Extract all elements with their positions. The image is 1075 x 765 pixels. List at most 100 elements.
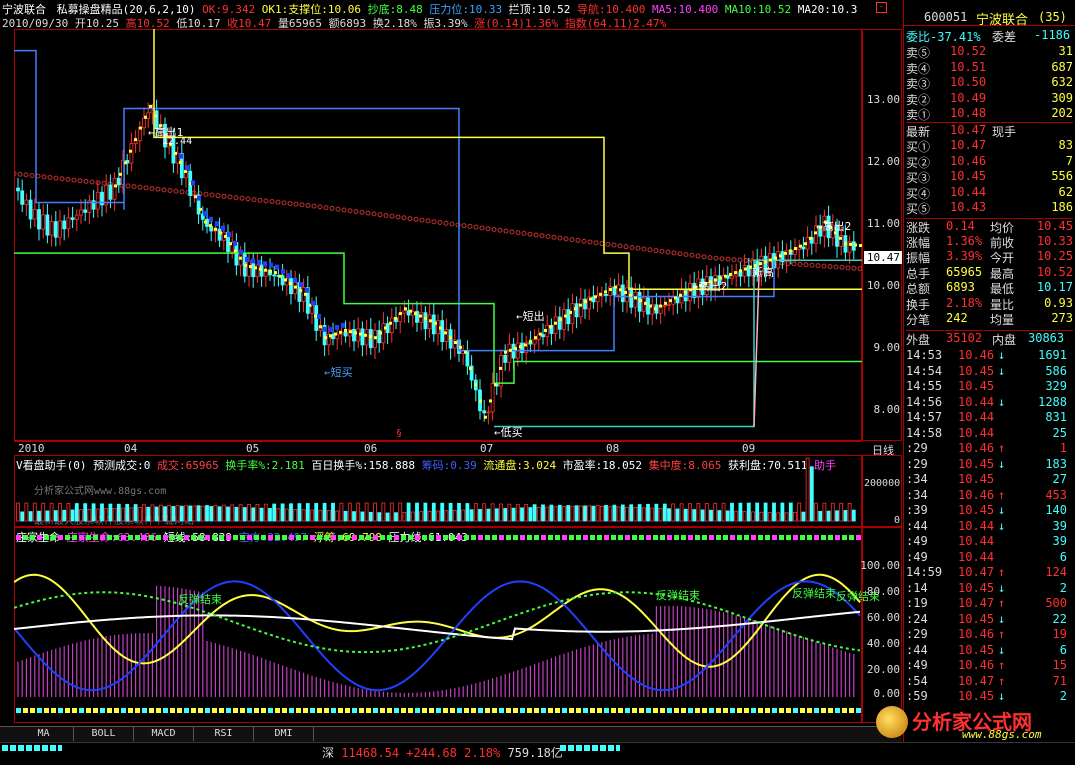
top-indicator-square bbox=[149, 535, 154, 540]
volume-chart[interactable] bbox=[14, 455, 862, 527]
tick-volume: 2 bbox=[1059, 580, 1067, 595]
bottom-indicator-square bbox=[16, 708, 21, 713]
volume-bar bbox=[587, 505, 592, 522]
order-price: 10.45 bbox=[950, 169, 987, 183]
bar-low: 低10.17 bbox=[176, 17, 221, 29]
bottom-indicator-square bbox=[366, 708, 371, 713]
trend-square bbox=[227, 232, 231, 238]
volume-scale-200000: 200000 bbox=[864, 478, 901, 489]
volume-bar bbox=[675, 508, 680, 522]
sell-row[interactable]: 卖① 10.48 202 bbox=[906, 106, 1073, 122]
sell-row[interactable]: 卖② 10.49 309 bbox=[906, 91, 1073, 107]
trend-dot bbox=[194, 195, 197, 199]
tab-ma[interactable]: MA bbox=[14, 727, 74, 741]
top-indicator-square bbox=[667, 535, 672, 540]
ma-dot bbox=[809, 262, 815, 268]
volume-bar bbox=[272, 503, 277, 522]
price-chart[interactable] bbox=[14, 29, 862, 441]
buy-row[interactable]: 买⑤ 10.43 186 bbox=[906, 200, 1073, 216]
tick-time: :39 bbox=[906, 503, 928, 517]
bottom-indicator-square bbox=[828, 708, 833, 713]
trend-dot bbox=[269, 269, 272, 273]
top-indicator-square bbox=[58, 535, 63, 540]
close-chart-button[interactable]: - bbox=[876, 2, 887, 13]
bottom-indicator-square bbox=[226, 708, 231, 713]
buy-row[interactable]: 买① 10.47 83 bbox=[906, 138, 1073, 154]
bottom-indicator-square bbox=[331, 708, 336, 713]
candle-body bbox=[440, 320, 445, 342]
volume-bar bbox=[280, 503, 285, 522]
volume-bar bbox=[780, 502, 785, 522]
volume-bar bbox=[524, 504, 529, 522]
trend-dot bbox=[399, 312, 402, 316]
tick-row: :29 10.46 ↑ 19 bbox=[906, 627, 1073, 643]
trend-dot bbox=[319, 325, 322, 329]
top-indicator-square bbox=[394, 535, 399, 540]
trend-dot bbox=[139, 126, 142, 130]
volume-bar bbox=[427, 510, 432, 522]
volume-bar bbox=[452, 509, 457, 522]
bar-amount: 额6893 bbox=[328, 17, 367, 29]
volume-bar bbox=[385, 512, 390, 522]
tab-macd[interactable]: MACD bbox=[134, 727, 194, 741]
tick-row: 14:55 10.45 329 bbox=[906, 379, 1073, 395]
month-label: 08 bbox=[606, 442, 620, 455]
volume-bar bbox=[688, 503, 692, 522]
tick-row: 14:59 10.47 ↑ 124 bbox=[906, 565, 1073, 581]
life-chart[interactable] bbox=[14, 527, 862, 723]
top-indicator-square bbox=[737, 535, 742, 540]
trend-dot bbox=[214, 227, 217, 231]
top-indicator-square bbox=[247, 535, 252, 540]
volume-bar bbox=[650, 507, 655, 522]
bottom-indicator-square bbox=[793, 708, 798, 713]
tab-rsi[interactable]: RSI bbox=[194, 727, 254, 741]
trend-dot bbox=[659, 304, 662, 308]
trend-dot bbox=[219, 231, 222, 235]
buy-row[interactable]: 买② 10.46 7 bbox=[906, 154, 1073, 170]
ma-dot bbox=[443, 220, 449, 226]
ma-dot bbox=[797, 261, 803, 267]
tick-price: 10.45 bbox=[958, 363, 995, 378]
tab-boll[interactable]: BOLL bbox=[74, 727, 134, 741]
indicator-name[interactable]: 私募操盘精品(20,6,2,10) bbox=[57, 3, 196, 15]
volume-bar bbox=[595, 505, 600, 522]
trend-square bbox=[305, 287, 309, 293]
tab-dmi[interactable]: DMI bbox=[254, 727, 314, 741]
volume-bar bbox=[616, 506, 621, 522]
candle-body bbox=[381, 323, 386, 344]
ma-dot bbox=[401, 215, 407, 221]
candle-body bbox=[20, 190, 25, 205]
volume-bar bbox=[58, 502, 62, 522]
candle-body bbox=[553, 316, 558, 334]
top-indicator-square bbox=[534, 535, 539, 540]
volume-bar bbox=[154, 506, 159, 522]
ma-dot bbox=[437, 219, 443, 225]
sell-row[interactable]: 卖⑤ 10.52 31 bbox=[906, 44, 1073, 60]
trend-dot bbox=[579, 303, 582, 307]
sell-row[interactable]: 卖④ 10.51 687 bbox=[906, 60, 1073, 76]
top-indicator-square bbox=[681, 535, 686, 540]
bottom-indicator-square bbox=[842, 708, 847, 713]
volume-bar bbox=[284, 508, 289, 522]
volume-bar bbox=[557, 504, 562, 522]
volume-bar bbox=[830, 502, 835, 522]
indicator-value-3: 压力位:10.33 bbox=[422, 3, 503, 15]
candle-body bbox=[247, 260, 251, 277]
trend-dot bbox=[599, 292, 602, 296]
tick-time: :44 bbox=[906, 642, 928, 657]
buy-row[interactable]: 买③ 10.45 556 bbox=[906, 169, 1073, 185]
bottom-indicator-square bbox=[408, 708, 413, 713]
candle-body bbox=[662, 304, 667, 307]
ma-dot bbox=[383, 212, 389, 218]
sell-row[interactable]: 卖③ 10.50 632 bbox=[906, 75, 1073, 91]
bottom-indicator-square bbox=[86, 708, 91, 713]
stat-value: 10.25 bbox=[1036, 249, 1073, 263]
order-volume: 687 bbox=[1051, 59, 1073, 74]
trend-square bbox=[203, 210, 207, 216]
top-indicator-square bbox=[184, 535, 189, 540]
candle-body bbox=[112, 177, 117, 200]
top-indicator-square bbox=[352, 535, 357, 540]
buy-row[interactable]: 买④ 10.44 62 bbox=[906, 185, 1073, 201]
top-indicator-square bbox=[485, 535, 490, 540]
bottom-indicator-square bbox=[380, 708, 385, 713]
